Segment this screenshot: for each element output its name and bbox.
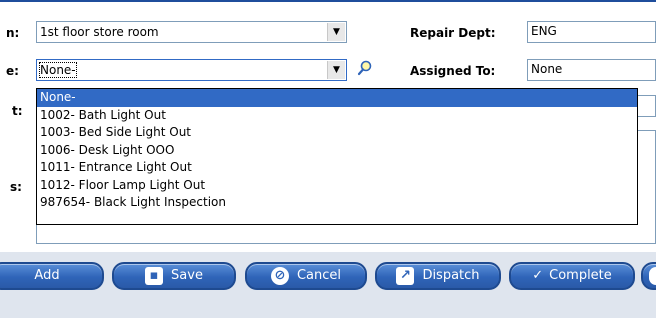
row3-label: t: bbox=[12, 104, 23, 118]
location-value: 1st floor store room bbox=[40, 25, 159, 39]
type-dropdown-list[interactable]: None- 1002- Bath Light Out 1003- Bed Sid… bbox=[36, 88, 638, 225]
assigned-to-label: Assigned To: bbox=[410, 64, 496, 78]
save-button[interactable]: ▪ Save bbox=[112, 262, 236, 290]
repair-dept-field[interactable]: ENG bbox=[527, 21, 656, 43]
location-select[interactable]: 1st floor store room ▼ bbox=[36, 21, 347, 43]
cancel-icon: ⊘ bbox=[270, 266, 289, 285]
assigned-to-field[interactable]: None bbox=[527, 59, 656, 81]
complete-label: Complete bbox=[549, 268, 612, 283]
type-value: None- bbox=[39, 62, 77, 78]
dispatch-icon: ↗ bbox=[396, 266, 415, 285]
save-label: Save bbox=[171, 268, 203, 283]
more-button[interactable] bbox=[641, 262, 656, 290]
dropdown-option[interactable]: 1011- Entrance Light Out bbox=[37, 159, 637, 177]
dropdown-option[interactable]: None- bbox=[37, 89, 637, 107]
repair-dept-label: Repair Dept: bbox=[410, 26, 496, 40]
type-label: e: bbox=[6, 64, 19, 78]
dropdown-option[interactable]: 1003- Bed Side Light Out bbox=[37, 124, 637, 142]
chevron-down-icon[interactable]: ▼ bbox=[327, 61, 345, 79]
floppy-icon: ▪ bbox=[145, 266, 164, 285]
cancel-label: Cancel bbox=[296, 268, 342, 283]
top-border bbox=[0, 0, 656, 2]
chevron-down-icon[interactable]: ▼ bbox=[327, 23, 345, 41]
complete-button[interactable]: ✓ Complete bbox=[509, 262, 635, 290]
add-label: Add bbox=[34, 268, 60, 283]
more-icon bbox=[649, 266, 656, 285]
dispatch-label: Dispatch bbox=[422, 268, 480, 283]
cancel-button[interactable]: ⊘ Cancel bbox=[245, 262, 367, 290]
location-label: n: bbox=[6, 26, 20, 40]
add-button[interactable]: Add bbox=[0, 262, 104, 290]
dropdown-option[interactable]: 1006- Desk Light OOO bbox=[37, 142, 637, 160]
magnifier-icon[interactable] bbox=[357, 60, 373, 76]
dropdown-option[interactable]: 1002- Bath Light Out bbox=[37, 107, 637, 125]
dropdown-option[interactable]: 1012- Floor Lamp Light Out bbox=[37, 177, 637, 195]
type-select[interactable]: None- ▼ bbox=[36, 59, 347, 81]
row4-label: s: bbox=[10, 180, 22, 194]
checkmark-icon: ✓ bbox=[532, 268, 544, 283]
dispatch-button[interactable]: ↗ Dispatch bbox=[375, 262, 501, 290]
dropdown-option[interactable]: 987654- Black Light Inspection bbox=[37, 194, 637, 212]
